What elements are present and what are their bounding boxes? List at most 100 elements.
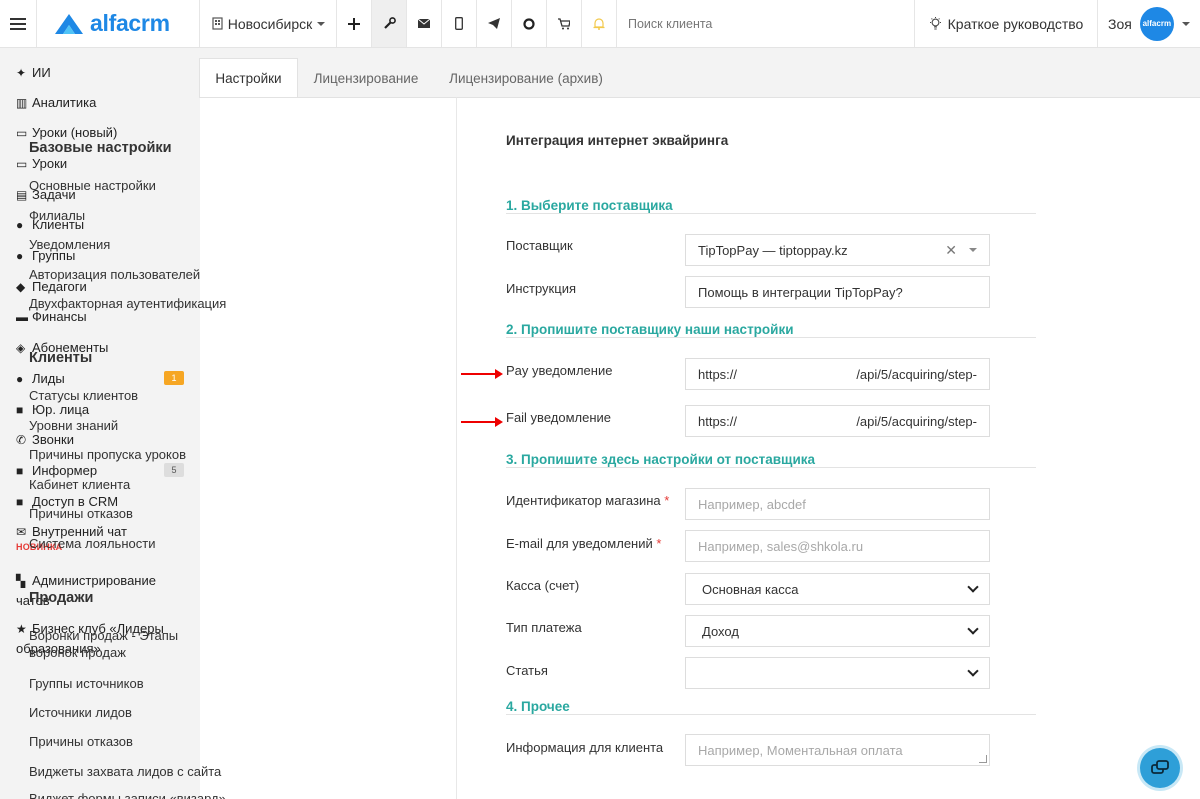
- map-icon: ▥: [16, 95, 28, 110]
- menu-group-title: Базовые настройки: [29, 140, 172, 156]
- menu-link[interactable]: Группы источников: [29, 675, 239, 692]
- resize-handle-icon[interactable]: [979, 755, 987, 763]
- sidebar-item-label: Лиды: [32, 371, 65, 386]
- sidebar-item-lessons-new[interactable]: ▭ Уроки (новый): [16, 125, 117, 140]
- menu-link[interactable]: Основные настройки: [29, 177, 239, 194]
- menu-link[interactable]: Кабинет клиента: [29, 476, 239, 493]
- section-heading: 1. Выберите поставщика: [506, 198, 673, 213]
- sidebar-item-ai[interactable]: ✦ ИИ: [16, 65, 51, 80]
- settings-wrench-button[interactable]: [372, 0, 406, 47]
- user-menu[interactable]: Зоя alfacrm: [1098, 0, 1200, 47]
- top-bar: alfacrm Новосибирск Поиск клиента Кратко…: [0, 0, 1200, 48]
- field-label: E-mail для уведомлений *: [506, 536, 661, 551]
- menu-link[interactable]: Уровни знаний: [29, 417, 239, 434]
- plus-button[interactable]: [337, 0, 371, 47]
- sidebar-item-label: Уроки (новый): [32, 125, 118, 140]
- menu-toggle-button[interactable]: [0, 0, 36, 47]
- tab-licensing-archive[interactable]: Лицензирование (архив): [436, 58, 616, 98]
- menu-link[interactable]: Система лояльности: [29, 535, 239, 552]
- shop-id-label: Идентификатор магазина: [506, 493, 661, 508]
- sidebar-item-label: Уроки: [32, 156, 68, 171]
- menu-link[interactable]: Виджеты захвата лидов с сайта: [29, 763, 239, 780]
- telegram-button[interactable]: [477, 0, 511, 47]
- sidebar-item-leads[interactable]: ● Лиды: [16, 371, 65, 386]
- phone-icon: ✆: [16, 432, 27, 447]
- annotation-arrow-icon: [461, 417, 503, 427]
- field-label: Статья: [506, 663, 548, 678]
- support-chat-button[interactable]: [1140, 748, 1180, 788]
- payment-type-value: Доход: [702, 623, 739, 639]
- menu-link[interactable]: Воронки продаж - Этапы воронок продаж: [29, 627, 209, 661]
- instruction-value: Помощь в интеграции TipTopPay?: [698, 284, 903, 300]
- url-prefix: https://: [698, 366, 738, 382]
- cart-icon: [558, 17, 570, 29]
- telegram-icon: [488, 18, 500, 29]
- logo[interactable]: alfacrm: [54, 0, 184, 47]
- tab-settings[interactable]: Настройки: [199, 58, 298, 98]
- client-info-textarea[interactable]: Например, Моментальная оплата: [685, 734, 990, 766]
- url-suffix: /api/5/acquiring/step-: [856, 366, 977, 382]
- sidebar-item-analytics[interactable]: ▥ Аналитика: [16, 95, 96, 110]
- divider: [506, 467, 1036, 468]
- quick-guide-button[interactable]: Краткое руководство: [915, 0, 1097, 47]
- cashbox-value: Основная касса: [702, 581, 799, 597]
- chevron-down-icon: [967, 581, 979, 593]
- mail-button[interactable]: [407, 0, 441, 47]
- avatar: alfacrm: [1139, 6, 1174, 41]
- cashbox-select[interactable]: Основная касса: [685, 573, 990, 605]
- instruction-link[interactable]: Помощь в интеграции TipTopPay?: [685, 276, 990, 308]
- menu-link[interactable]: Виджет формы записи «визард»: [29, 790, 239, 799]
- user-plus-icon: ●: [16, 371, 24, 386]
- phone-icon: [455, 17, 463, 30]
- chat-button[interactable]: [512, 0, 546, 47]
- menu-link[interactable]: Причины отказов: [29, 505, 239, 522]
- chevron-down-icon: [967, 623, 979, 635]
- menu-link[interactable]: Причины пропуска уроков: [29, 446, 239, 463]
- calendar-icon: ▭: [16, 156, 28, 171]
- payment-type-select[interactable]: Доход: [685, 615, 990, 647]
- article-select[interactable]: [685, 657, 990, 689]
- quick-guide-label: Краткое руководство: [947, 15, 1084, 32]
- calendar-icon: ▭: [16, 125, 28, 140]
- cart-button[interactable]: [547, 0, 581, 47]
- divider: [506, 337, 1036, 338]
- menu-link[interactable]: Причины отказов: [29, 733, 239, 750]
- section-heading: 3. Пропишите здесь настройки от поставщи…: [506, 452, 816, 467]
- required-mark: *: [656, 536, 662, 551]
- shop-id-input[interactable]: Например, abcdef: [685, 488, 990, 520]
- menu-link[interactable]: Авторизация пользователей: [29, 266, 239, 283]
- email-input[interactable]: Например, sales@shkola.ru: [685, 530, 990, 562]
- client-info-placeholder: Например, Моментальная оплата: [698, 742, 903, 758]
- sidebar-item-lessons[interactable]: ▭ Уроки: [16, 156, 67, 171]
- clear-icon[interactable]: ✕: [945, 242, 957, 259]
- sidebar-item-label: Аналитика: [32, 95, 97, 110]
- field-label: Инструкция: [506, 281, 576, 296]
- sparkles-icon: ✦: [16, 65, 27, 80]
- field-label: Pay уведомление: [506, 363, 613, 378]
- pay-notification-url-field[interactable]: https:// /api/5/acquiring/step-: [685, 358, 990, 390]
- tab-licensing[interactable]: Лицензирование: [300, 58, 432, 98]
- briefcase-icon: ■: [16, 402, 24, 417]
- menu-link[interactable]: Уведомления: [29, 236, 239, 253]
- provider-select[interactable]: TipTopPay — tiptoppay.kz ✕: [685, 234, 990, 266]
- menu-link[interactable]: Статусы клиентов: [29, 387, 239, 404]
- divider: [506, 714, 1036, 715]
- chevron-down-icon: [969, 248, 977, 252]
- lightbulb-icon: [929, 17, 941, 30]
- notifications-button[interactable]: [582, 0, 616, 47]
- chevron-down-icon: [1181, 21, 1190, 26]
- fail-notification-url-field[interactable]: https:// /api/5/acquiring/step-: [685, 405, 990, 437]
- phone-button[interactable]: [442, 0, 476, 47]
- menu-link[interactable]: Двухфакторная аутентификация: [29, 295, 239, 312]
- circle-icon: [523, 17, 535, 30]
- branch-selector[interactable]: Новосибирск: [206, 0, 331, 47]
- required-mark: *: [664, 493, 670, 508]
- sidebar-item-calls[interactable]: ✆ Звонки: [16, 432, 74, 447]
- menu-link[interactable]: Филиалы: [29, 207, 239, 224]
- client-search-input[interactable]: Поиск клиента: [628, 0, 712, 47]
- menu-link[interactable]: Источники лидов: [29, 704, 239, 721]
- url-prefix: https://: [698, 413, 738, 429]
- sidebar-item-legal-entities[interactable]: ■ Юр. лица: [16, 402, 89, 417]
- menu-group-title: Продажи: [29, 590, 94, 606]
- chat-bubbles-icon: [1151, 760, 1169, 774]
